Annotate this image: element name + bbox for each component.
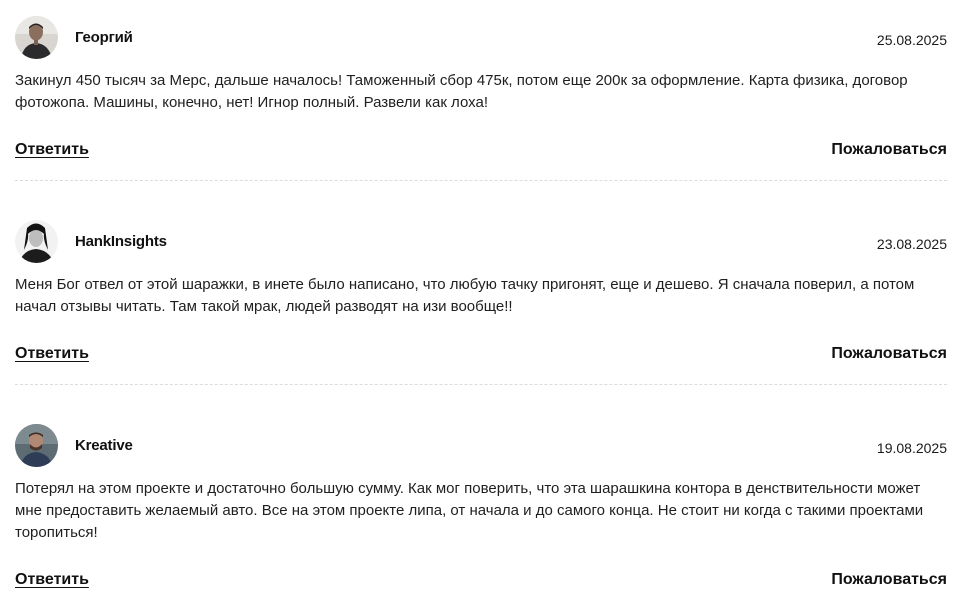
review-date: 25.08.2025 bbox=[876, 32, 947, 48]
review-item: Kreative 19.08.2025 Потерял на этом прое… bbox=[15, 424, 947, 595]
divider bbox=[15, 180, 947, 181]
review-text: Меня Бог отвел от этой шаражки, в инете … bbox=[15, 276, 915, 315]
review-author: HankInsights bbox=[75, 233, 167, 250]
report-link[interactable]: Пожаловаться bbox=[831, 345, 947, 363]
review-text: Потерял на этом проекте и достаточно бол… bbox=[15, 480, 924, 541]
review-header: Георгий 25.08.2025 bbox=[15, 16, 947, 60]
review-date: 19.08.2025 bbox=[876, 440, 947, 456]
report-link[interactable]: Пожаловаться bbox=[831, 571, 947, 589]
review-item: Георгий 25.08.2025 Закинул 450 тысяч за … bbox=[15, 16, 947, 181]
avatar bbox=[15, 16, 58, 59]
review-author: Kreative bbox=[75, 437, 133, 454]
review-actions: Ответить Пожаловаться bbox=[15, 345, 947, 369]
report-link[interactable]: Пожаловаться bbox=[831, 141, 947, 159]
review-date: 23.08.2025 bbox=[876, 236, 947, 252]
review-text: Закинул 450 тысяч за Мерс, дальше начало… bbox=[15, 72, 908, 111]
review-item: HankInsights 23.08.2025 Меня Бог отвел о… bbox=[15, 220, 947, 385]
reply-link[interactable]: Ответить bbox=[15, 571, 89, 589]
divider bbox=[15, 384, 947, 385]
review-actions: Ответить Пожаловаться bbox=[15, 141, 947, 165]
reply-link[interactable]: Ответить bbox=[15, 141, 89, 159]
review-actions: Ответить Пожаловаться bbox=[15, 571, 947, 595]
review-header: HankInsights 23.08.2025 bbox=[15, 220, 947, 264]
reply-link[interactable]: Ответить bbox=[15, 345, 89, 363]
avatar bbox=[15, 424, 58, 467]
avatar bbox=[15, 220, 58, 263]
review-header: Kreative 19.08.2025 bbox=[15, 424, 947, 468]
review-author: Георгий bbox=[75, 29, 133, 46]
